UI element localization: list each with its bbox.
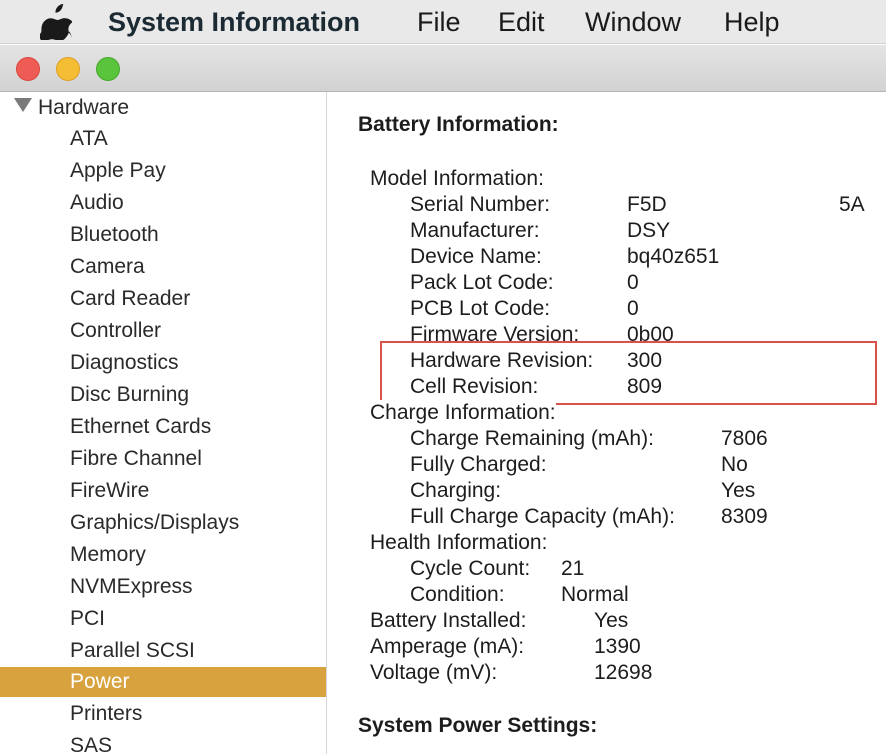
sidebar-item-bluetooth[interactable]: Bluetooth — [0, 220, 326, 250]
info-label: Charge Remaining (mAh): — [410, 427, 654, 450]
info-label: Cycle Count: — [410, 557, 531, 580]
sidebar-item-card-reader[interactable]: Card Reader — [0, 284, 326, 314]
info-label: Battery Installed: — [370, 609, 527, 632]
info-value: DSY — [627, 219, 671, 242]
sidebar-item-power[interactable]: Power — [0, 667, 326, 697]
info-value: No — [721, 453, 748, 476]
sidebar-item-controller[interactable]: Controller — [0, 316, 326, 346]
apple-logo-icon[interactable] — [40, 4, 72, 40]
info-label: Fully Charged: — [410, 453, 547, 476]
info-value: Normal — [561, 583, 629, 606]
info-value: 0 — [627, 271, 639, 294]
sidebar-group-hardware[interactable]: Hardware — [14, 94, 129, 122]
info-value: 21 — [561, 557, 585, 580]
info-label: Amperage (mA): — [370, 635, 525, 658]
sidebar-item-diagnostics[interactable]: Diagnostics — [0, 348, 326, 378]
sidebar-item-ethernet-cards[interactable]: Ethernet Cards — [0, 412, 326, 442]
info-label: Serial Number: — [410, 193, 551, 216]
sidebar-item-apple-pay[interactable]: Apple Pay — [0, 156, 326, 186]
info-value: 12698 — [594, 661, 653, 684]
info-value: 1390 — [594, 635, 641, 658]
detail-pane: Battery Information: Model Information: … — [328, 92, 886, 754]
info-value: Yes — [594, 609, 629, 632]
sidebar-item-nvmexpress[interactable]: NVMExpress — [0, 572, 326, 602]
sidebar-item-firewire[interactable]: FireWire — [0, 476, 326, 506]
sidebar-item-audio[interactable]: Audio — [0, 188, 326, 218]
sidebar-item-printers[interactable]: Printers — [0, 699, 326, 729]
help-menu[interactable]: Help — [724, 6, 780, 38]
sidebar-item-parallel-scsi[interactable]: Parallel SCSI — [0, 636, 326, 666]
sidebar-item-fibre-channel[interactable]: Fibre Channel — [0, 444, 326, 474]
sidebar-item-camera[interactable]: Camera — [0, 252, 326, 282]
window-titlebar — [0, 45, 886, 92]
serial-number-tail: 5A — [839, 193, 865, 216]
info-value: 8309 — [721, 505, 768, 528]
info-label: Pack Lot Code: — [410, 271, 554, 294]
sidebar-group-label: Hardware — [38, 96, 130, 119]
sidebar-item-pci[interactable]: PCI — [0, 604, 326, 634]
disclosure-triangle-icon[interactable] — [14, 98, 32, 112]
charge-info-heading: Charge Information: — [370, 400, 556, 426]
file-menu[interactable]: File — [417, 6, 461, 38]
sidebar-item-memory[interactable]: Memory — [0, 540, 326, 570]
info-label: Charging: — [410, 479, 502, 502]
sidebar-item-ata[interactable]: ATA — [0, 124, 326, 154]
info-label: Voltage (mV): — [370, 661, 498, 684]
info-value: 0 — [627, 297, 639, 320]
minimize-button[interactable] — [56, 57, 80, 81]
sidebar-item-graphics-displays[interactable]: Graphics/Displays — [0, 508, 326, 538]
highlight-box — [380, 341, 877, 405]
maximize-button[interactable] — [96, 57, 120, 81]
info-value: 7806 — [721, 427, 768, 450]
redaction-mask — [673, 202, 833, 220]
info-label: Condition: — [410, 583, 505, 606]
info-value: Yes — [721, 479, 756, 502]
info-label: PCB Lot Code: — [410, 297, 551, 320]
model-info-heading: Model Information: — [370, 167, 544, 190]
sidebar-item-disc-burning[interactable]: Disc Burning — [0, 380, 326, 410]
serial-number-value: F5D — [627, 193, 667, 216]
section-title: Battery Information: — [358, 113, 559, 136]
sidebar: Hardware ATA Apple Pay Audio Bluetooth C… — [0, 92, 327, 754]
info-label: Manufacturer: — [410, 219, 540, 242]
window-menu[interactable]: Window — [585, 6, 681, 38]
app-menu[interactable]: System Information — [108, 6, 360, 38]
health-info-heading: Health Information: — [370, 531, 548, 554]
info-label: Full Charge Capacity (mAh): — [410, 505, 675, 528]
info-label: Device Name: — [410, 245, 542, 268]
menu-bar: System Information File Edit Window Help — [0, 0, 886, 44]
info-value: bq40z651 — [627, 245, 720, 268]
next-section-title: System Power Settings: — [358, 714, 598, 737]
sidebar-item-sas[interactable]: SAS — [0, 731, 326, 754]
close-button[interactable] — [16, 57, 40, 81]
edit-menu[interactable]: Edit — [498, 6, 545, 38]
